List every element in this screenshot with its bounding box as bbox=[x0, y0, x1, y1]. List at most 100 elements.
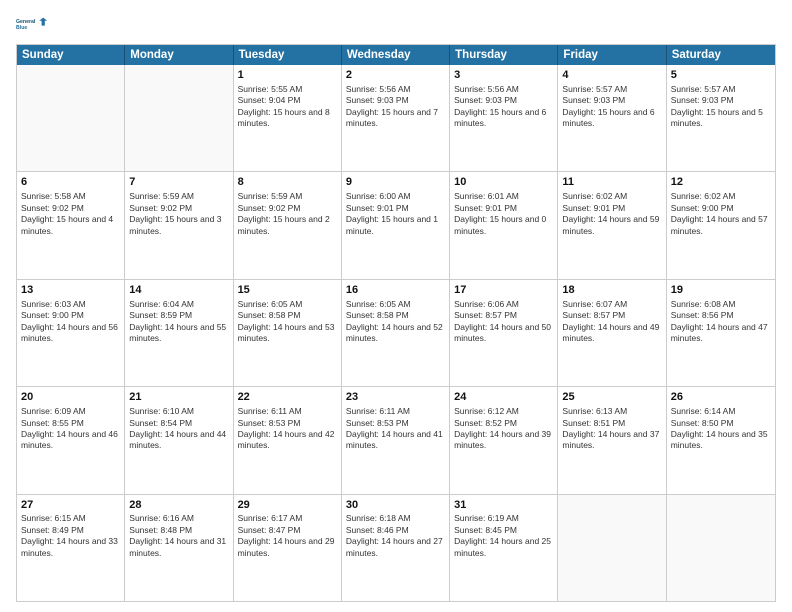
cal-cell bbox=[667, 495, 775, 601]
day-number: 31 bbox=[454, 498, 553, 513]
calendar-body: 1Sunrise: 5:55 AMSunset: 9:04 PMDaylight… bbox=[17, 65, 775, 601]
cal-cell: 27Sunrise: 6:15 AMSunset: 8:49 PMDayligh… bbox=[17, 495, 125, 601]
day-number: 25 bbox=[562, 390, 661, 405]
cell-info: Sunrise: 6:17 AMSunset: 8:47 PMDaylight:… bbox=[238, 513, 337, 559]
cal-cell: 15Sunrise: 6:05 AMSunset: 8:58 PMDayligh… bbox=[234, 280, 342, 386]
cell-info: Sunrise: 6:11 AMSunset: 8:53 PMDaylight:… bbox=[346, 406, 445, 452]
cell-info: Sunrise: 6:16 AMSunset: 8:48 PMDaylight:… bbox=[129, 513, 228, 559]
day-number: 13 bbox=[21, 283, 120, 298]
cal-cell: 14Sunrise: 6:04 AMSunset: 8:59 PMDayligh… bbox=[125, 280, 233, 386]
week-row-3: 13Sunrise: 6:03 AMSunset: 9:00 PMDayligh… bbox=[17, 279, 775, 386]
day-number: 15 bbox=[238, 283, 337, 298]
cal-cell: 7Sunrise: 5:59 AMSunset: 9:02 PMDaylight… bbox=[125, 172, 233, 278]
logo-icon: General Blue bbox=[16, 10, 48, 38]
cal-cell: 19Sunrise: 6:08 AMSunset: 8:56 PMDayligh… bbox=[667, 280, 775, 386]
cal-cell: 4Sunrise: 5:57 AMSunset: 9:03 PMDaylight… bbox=[558, 65, 666, 171]
page: General Blue SundayMondayTuesdayWednesda… bbox=[0, 0, 792, 612]
cal-cell: 2Sunrise: 5:56 AMSunset: 9:03 PMDaylight… bbox=[342, 65, 450, 171]
day-number: 7 bbox=[129, 175, 228, 190]
cell-info: Sunrise: 6:08 AMSunset: 8:56 PMDaylight:… bbox=[671, 299, 771, 345]
cal-cell: 26Sunrise: 6:14 AMSunset: 8:50 PMDayligh… bbox=[667, 387, 775, 493]
cal-cell: 6Sunrise: 5:58 AMSunset: 9:02 PMDaylight… bbox=[17, 172, 125, 278]
week-row-5: 27Sunrise: 6:15 AMSunset: 8:49 PMDayligh… bbox=[17, 494, 775, 601]
cell-info: Sunrise: 5:58 AMSunset: 9:02 PMDaylight:… bbox=[21, 191, 120, 237]
cell-info: Sunrise: 6:14 AMSunset: 8:50 PMDaylight:… bbox=[671, 406, 771, 452]
day-number: 21 bbox=[129, 390, 228, 405]
day-number: 27 bbox=[21, 498, 120, 513]
week-row-1: 1Sunrise: 5:55 AMSunset: 9:04 PMDaylight… bbox=[17, 65, 775, 171]
cell-info: Sunrise: 6:19 AMSunset: 8:45 PMDaylight:… bbox=[454, 513, 553, 559]
cal-cell: 22Sunrise: 6:11 AMSunset: 8:53 PMDayligh… bbox=[234, 387, 342, 493]
cell-info: Sunrise: 6:12 AMSunset: 8:52 PMDaylight:… bbox=[454, 406, 553, 452]
cell-info: Sunrise: 6:04 AMSunset: 8:59 PMDaylight:… bbox=[129, 299, 228, 345]
day-number: 20 bbox=[21, 390, 120, 405]
day-number: 22 bbox=[238, 390, 337, 405]
cal-cell: 12Sunrise: 6:02 AMSunset: 9:00 PMDayligh… bbox=[667, 172, 775, 278]
cell-info: Sunrise: 5:56 AMSunset: 9:03 PMDaylight:… bbox=[346, 84, 445, 130]
day-number: 11 bbox=[562, 175, 661, 190]
cal-cell: 21Sunrise: 6:10 AMSunset: 8:54 PMDayligh… bbox=[125, 387, 233, 493]
cell-info: Sunrise: 6:01 AMSunset: 9:01 PMDaylight:… bbox=[454, 191, 553, 237]
day-number: 17 bbox=[454, 283, 553, 298]
cell-info: Sunrise: 6:09 AMSunset: 8:55 PMDaylight:… bbox=[21, 406, 120, 452]
week-row-2: 6Sunrise: 5:58 AMSunset: 9:02 PMDaylight… bbox=[17, 171, 775, 278]
cal-cell: 31Sunrise: 6:19 AMSunset: 8:45 PMDayligh… bbox=[450, 495, 558, 601]
day-number: 3 bbox=[454, 68, 553, 83]
cell-info: Sunrise: 5:59 AMSunset: 9:02 PMDaylight:… bbox=[129, 191, 228, 237]
cal-cell: 23Sunrise: 6:11 AMSunset: 8:53 PMDayligh… bbox=[342, 387, 450, 493]
header-day-monday: Monday bbox=[125, 45, 233, 65]
cell-info: Sunrise: 6:15 AMSunset: 8:49 PMDaylight:… bbox=[21, 513, 120, 559]
day-number: 23 bbox=[346, 390, 445, 405]
cell-info: Sunrise: 5:59 AMSunset: 9:02 PMDaylight:… bbox=[238, 191, 337, 237]
cal-cell: 17Sunrise: 6:06 AMSunset: 8:57 PMDayligh… bbox=[450, 280, 558, 386]
cal-cell: 9Sunrise: 6:00 AMSunset: 9:01 PMDaylight… bbox=[342, 172, 450, 278]
day-number: 2 bbox=[346, 68, 445, 83]
cal-cell: 13Sunrise: 6:03 AMSunset: 9:00 PMDayligh… bbox=[17, 280, 125, 386]
cal-cell: 1Sunrise: 5:55 AMSunset: 9:04 PMDaylight… bbox=[234, 65, 342, 171]
cal-cell: 29Sunrise: 6:17 AMSunset: 8:47 PMDayligh… bbox=[234, 495, 342, 601]
cell-info: Sunrise: 5:55 AMSunset: 9:04 PMDaylight:… bbox=[238, 84, 337, 130]
cal-cell: 3Sunrise: 5:56 AMSunset: 9:03 PMDaylight… bbox=[450, 65, 558, 171]
cell-info: Sunrise: 6:06 AMSunset: 8:57 PMDaylight:… bbox=[454, 299, 553, 345]
day-number: 30 bbox=[346, 498, 445, 513]
cell-info: Sunrise: 6:02 AMSunset: 9:01 PMDaylight:… bbox=[562, 191, 661, 237]
day-number: 14 bbox=[129, 283, 228, 298]
week-row-4: 20Sunrise: 6:09 AMSunset: 8:55 PMDayligh… bbox=[17, 386, 775, 493]
cal-cell: 8Sunrise: 5:59 AMSunset: 9:02 PMDaylight… bbox=[234, 172, 342, 278]
day-number: 8 bbox=[238, 175, 337, 190]
header-day-wednesday: Wednesday bbox=[342, 45, 450, 65]
day-number: 12 bbox=[671, 175, 771, 190]
calendar: SundayMondayTuesdayWednesdayThursdayFrid… bbox=[16, 44, 776, 602]
day-number: 5 bbox=[671, 68, 771, 83]
cal-cell: 25Sunrise: 6:13 AMSunset: 8:51 PMDayligh… bbox=[558, 387, 666, 493]
day-number: 16 bbox=[346, 283, 445, 298]
cal-cell: 18Sunrise: 6:07 AMSunset: 8:57 PMDayligh… bbox=[558, 280, 666, 386]
cal-cell: 10Sunrise: 6:01 AMSunset: 9:01 PMDayligh… bbox=[450, 172, 558, 278]
day-number: 19 bbox=[671, 283, 771, 298]
day-number: 28 bbox=[129, 498, 228, 513]
cell-info: Sunrise: 6:07 AMSunset: 8:57 PMDaylight:… bbox=[562, 299, 661, 345]
day-number: 24 bbox=[454, 390, 553, 405]
day-number: 26 bbox=[671, 390, 771, 405]
cell-info: Sunrise: 6:11 AMSunset: 8:53 PMDaylight:… bbox=[238, 406, 337, 452]
day-number: 1 bbox=[238, 68, 337, 83]
header-day-saturday: Saturday bbox=[667, 45, 775, 65]
cal-cell: 24Sunrise: 6:12 AMSunset: 8:52 PMDayligh… bbox=[450, 387, 558, 493]
svg-text:General: General bbox=[16, 19, 36, 25]
cell-info: Sunrise: 6:00 AMSunset: 9:01 PMDaylight:… bbox=[346, 191, 445, 237]
logo: General Blue bbox=[16, 10, 48, 38]
day-number: 10 bbox=[454, 175, 553, 190]
header: General Blue bbox=[16, 10, 776, 38]
day-number: 29 bbox=[238, 498, 337, 513]
cal-cell: 30Sunrise: 6:18 AMSunset: 8:46 PMDayligh… bbox=[342, 495, 450, 601]
cal-cell bbox=[17, 65, 125, 171]
header-day-tuesday: Tuesday bbox=[234, 45, 342, 65]
cal-cell: 16Sunrise: 6:05 AMSunset: 8:58 PMDayligh… bbox=[342, 280, 450, 386]
cell-info: Sunrise: 6:18 AMSunset: 8:46 PMDaylight:… bbox=[346, 513, 445, 559]
cell-info: Sunrise: 5:57 AMSunset: 9:03 PMDaylight:… bbox=[671, 84, 771, 130]
cell-info: Sunrise: 6:02 AMSunset: 9:00 PMDaylight:… bbox=[671, 191, 771, 237]
svg-text:Blue: Blue bbox=[16, 25, 27, 31]
day-number: 9 bbox=[346, 175, 445, 190]
cell-info: Sunrise: 6:13 AMSunset: 8:51 PMDaylight:… bbox=[562, 406, 661, 452]
calendar-header: SundayMondayTuesdayWednesdayThursdayFrid… bbox=[17, 45, 775, 65]
